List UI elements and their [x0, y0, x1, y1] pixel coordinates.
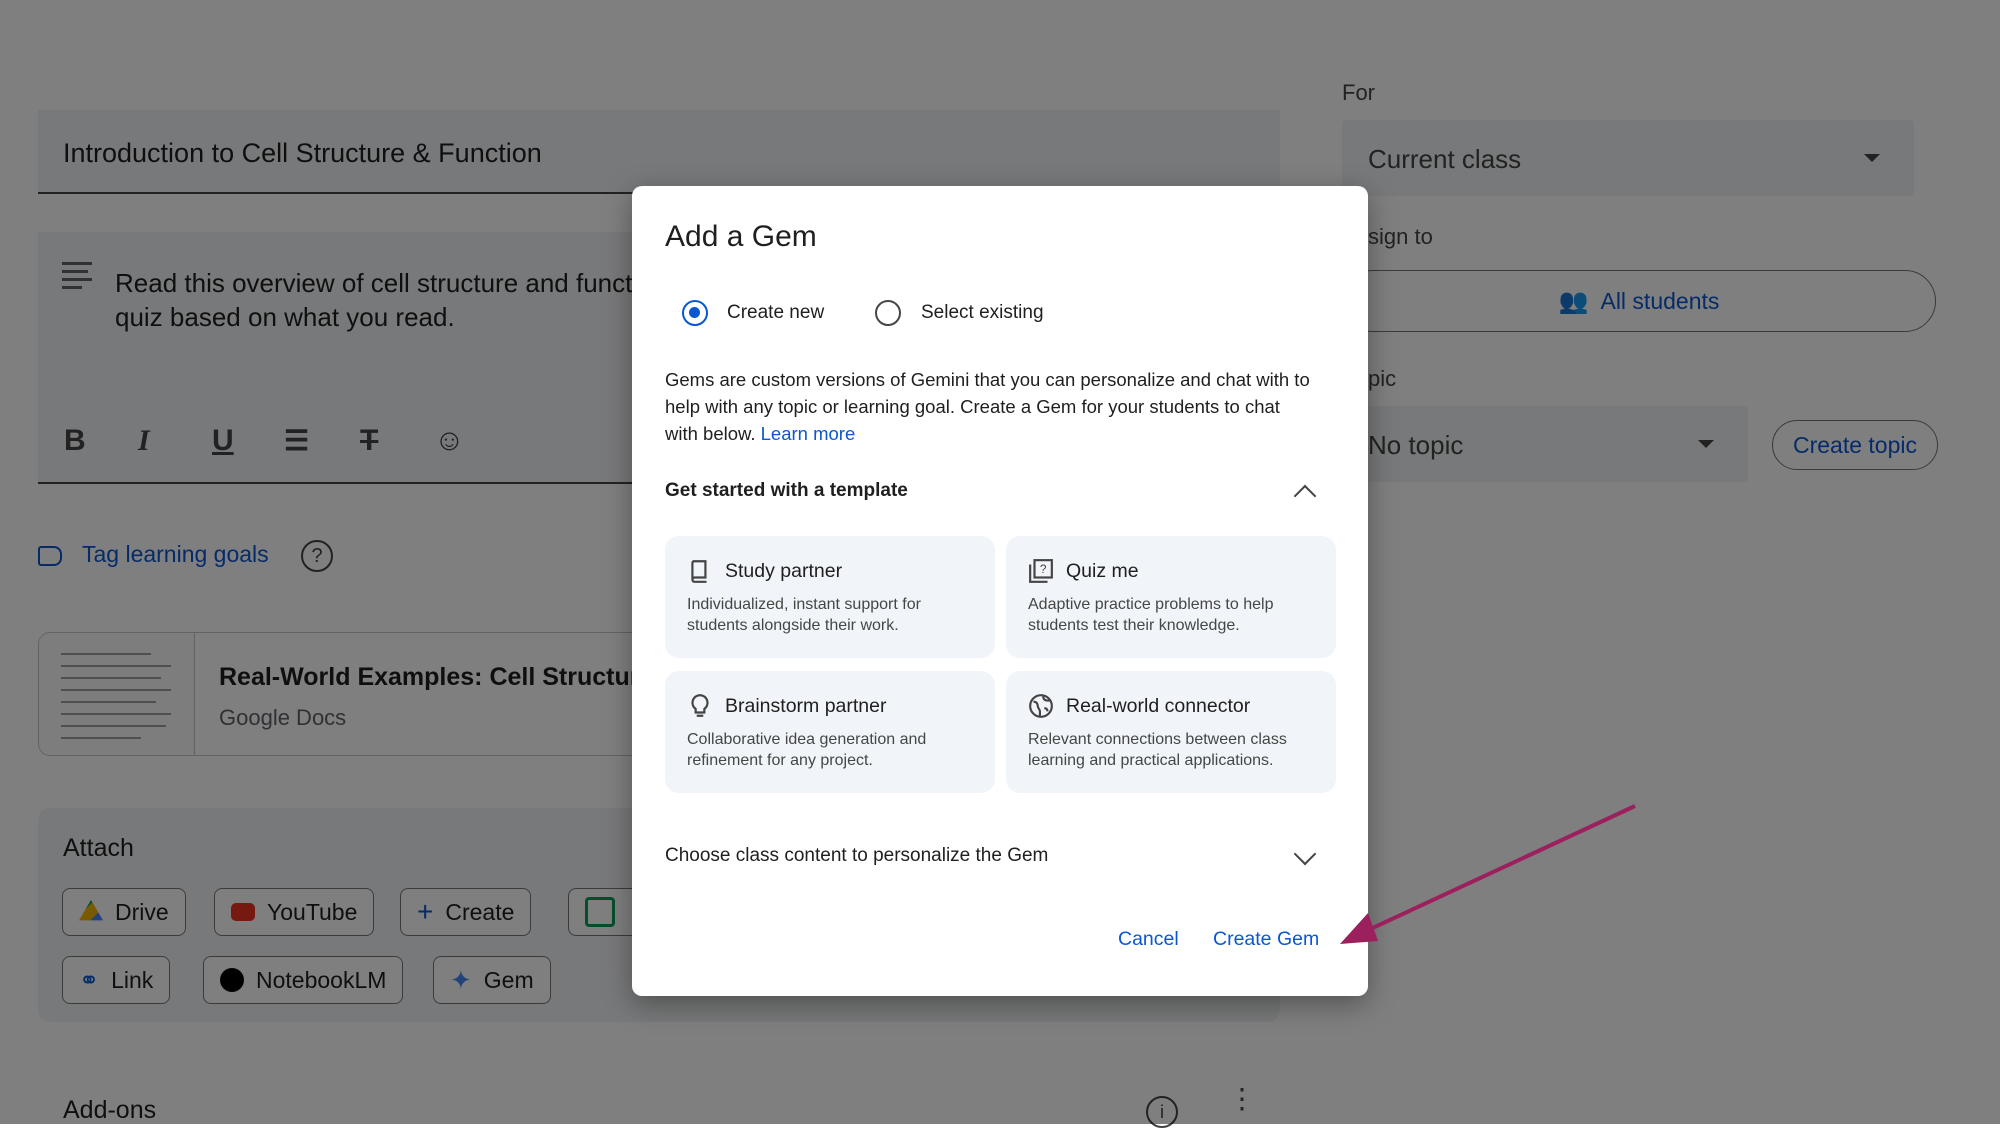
arrow-shaft [1363, 804, 1636, 934]
annotation-arrow [1340, 804, 1636, 944]
arrow-head [1340, 913, 1378, 944]
